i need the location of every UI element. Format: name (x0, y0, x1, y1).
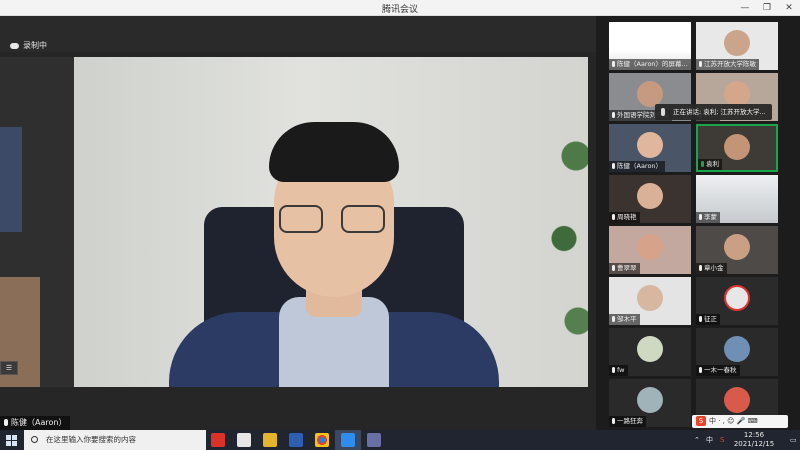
participant-name: 一木一春秋 (704, 366, 737, 374)
mic-icon (612, 214, 615, 220)
title-bar: 腾讯会议 — ❐ ✕ (0, 0, 800, 16)
participant-tile[interactable]: 李蒙 (696, 175, 778, 223)
participant-tile[interactable]: 章小金 (696, 226, 778, 274)
participant-name: 陈健（Aaron）的屏幕... (617, 60, 688, 68)
participant-tile[interactable]: 征正 (696, 277, 778, 325)
side-panel-toggle[interactable]: ☰ (0, 361, 18, 375)
mic-icon (661, 108, 665, 116)
speaker-hair (269, 122, 399, 182)
minimize-button[interactable]: — (734, 0, 756, 16)
mic-icon (699, 316, 702, 322)
app-icon-zhihui[interactable] (211, 433, 225, 447)
mic-icon (612, 367, 615, 373)
search-placeholder: 在这里输入你要搜索的内容 (46, 435, 136, 444)
window-title: 腾讯会议 (381, 5, 418, 15)
left-background: ☰ (0, 57, 74, 387)
participant-name: 周晓艳 (617, 213, 637, 221)
mic-active-icon (701, 161, 704, 167)
ime-label: 中 · , ☺ 🎤 ⌨ (709, 417, 758, 425)
chrome-icon[interactable] (315, 433, 329, 447)
participant-tile[interactable]: 一路狂奔 (609, 379, 691, 427)
close-button[interactable]: ✕ (778, 0, 800, 16)
cloud-icon (10, 42, 19, 49)
meeting-stage: 录制中 ☰ 陈健（Aaron） 陈健（Aaron）的屏幕... 江苏开放大学陈敏 (0, 16, 800, 430)
maximize-button[interactable]: ❐ (756, 0, 778, 16)
main-speaker-name-tag: 陈健（Aaron） (0, 416, 71, 430)
participant-name: 陈健（Aaron） (617, 162, 663, 170)
mic-icon (612, 418, 615, 424)
speaking-text: 正在讲话: 袁利; 江苏开放大学... (673, 108, 766, 116)
participant-name: 袁利 (706, 160, 719, 168)
participant-name: fw (617, 366, 625, 374)
app-icon-package[interactable] (367, 433, 381, 447)
mic-icon (699, 214, 702, 220)
recording-indicator[interactable]: 录制中 (10, 40, 47, 51)
tray-ime-language[interactable]: 中 (706, 430, 713, 450)
taskbar-clock[interactable]: 12:56 2021/12/15 (724, 431, 784, 449)
tencent-meeting-icon[interactable] (341, 433, 355, 447)
participant-tile[interactable]: 陈健（Aaron）的屏幕... (609, 22, 691, 70)
sogou-icon: S (696, 416, 706, 426)
search-icon (31, 436, 38, 443)
notification-icon[interactable]: ▭ (790, 430, 797, 450)
participant-name: 章小金 (704, 264, 724, 272)
clock-time: 12:56 (743, 431, 765, 439)
main-video[interactable] (74, 57, 588, 387)
participant-name: 一路狂奔 (617, 417, 643, 425)
meeting-top-bar: 录制中 (0, 16, 596, 52)
mic-icon (4, 419, 8, 426)
participant-tile[interactable]: 江苏开放大学陈敏 (696, 22, 778, 70)
participant-name: 江苏开放大学陈敏 (704, 60, 756, 68)
participant-name: 李蒙 (704, 213, 717, 221)
folder-icon[interactable] (263, 433, 277, 447)
participant-tile[interactable]: 曹翠翠 (609, 226, 691, 274)
speaking-indicator: 正在讲话: 袁利; 江苏开放大学... (655, 104, 772, 120)
speaker-glasses (279, 205, 389, 233)
taskbar: 在这里输入你要搜索的内容 ⌃ 中 S 12:56 2021/12/15 ▭ (0, 430, 800, 450)
mic-icon (699, 367, 702, 373)
bookshelf (0, 127, 22, 232)
taskbar-search[interactable]: 在这里输入你要搜索的内容 (24, 430, 206, 450)
main-speaker-name: 陈健（Aaron） (11, 418, 67, 427)
mic-icon (612, 112, 615, 118)
mic-icon (612, 61, 615, 67)
participant-tile-active[interactable]: 袁利 (696, 124, 778, 172)
participant-gallery: 陈健（Aaron）的屏幕... 江苏开放大学陈敏 外国语学院刘照鑫 刘丽 陈健（… (596, 16, 800, 430)
app-icon-office[interactable] (237, 433, 251, 447)
participant-name: 曹翠翠 (617, 264, 637, 272)
mic-icon (612, 265, 615, 271)
start-button[interactable] (0, 430, 22, 450)
participant-name: 征正 (704, 315, 717, 323)
participant-tile[interactable]: 一木一春秋 (696, 328, 778, 376)
word-icon[interactable] (289, 433, 303, 447)
participant-tile[interactable]: 周晓艳 (609, 175, 691, 223)
mic-icon (612, 316, 615, 322)
participant-tile[interactable]: fw (609, 328, 691, 376)
plant (548, 57, 588, 387)
participant-name: 邹木平 (617, 315, 637, 323)
mic-icon (699, 61, 702, 67)
tray-chevron-icon[interactable]: ⌃ (694, 430, 700, 450)
participant-tile[interactable]: 邹木平 (609, 277, 691, 325)
participant-tile[interactable]: 陈健（Aaron） (609, 124, 691, 172)
mic-icon (612, 163, 615, 169)
recording-label: 录制中 (23, 41, 47, 50)
mic-icon (699, 265, 702, 271)
ime-toolbar[interactable]: S中 · , ☺ 🎤 ⌨ (692, 415, 788, 428)
clock-date: 2021/12/15 (733, 440, 775, 448)
